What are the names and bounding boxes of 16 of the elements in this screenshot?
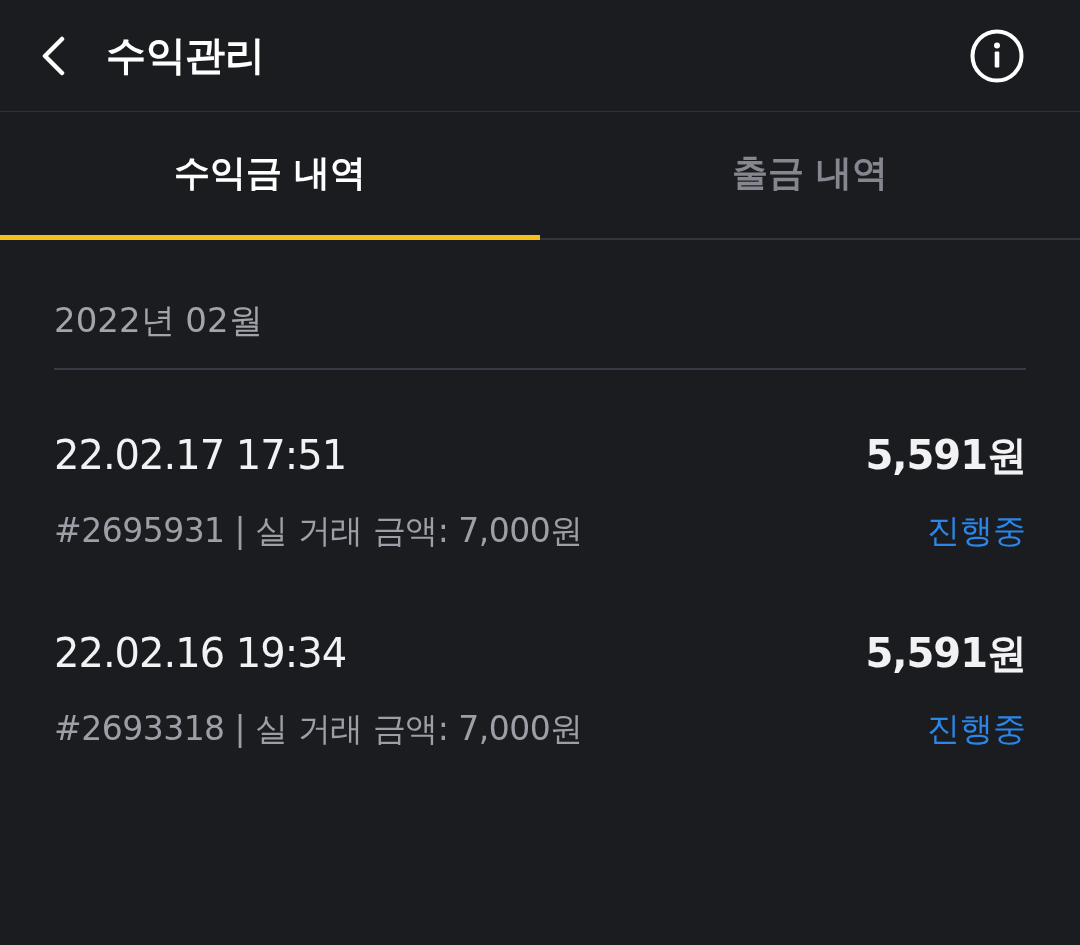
entry-status: 진행중 <box>927 511 1026 551</box>
entry-detail: #2695931 | 실 거래 금액: 7,000원 <box>54 511 583 551</box>
month-heading: 2022년 02월 <box>54 300 264 340</box>
back-button[interactable] <box>40 35 66 76</box>
entry-datetime: 22.02.16 19:34 <box>54 629 347 677</box>
info-button[interactable] <box>970 28 1024 83</box>
entry-amount: 5,591원 <box>865 629 1026 677</box>
entry-status: 진행중 <box>927 709 1026 749</box>
entry-datetime: 22.02.17 17:51 <box>54 431 347 479</box>
chevron-left-icon <box>40 35 66 76</box>
info-icon <box>970 28 1024 83</box>
tab[interactable]: 출금 내역 <box>540 112 1080 240</box>
entry-detail: #2693318 | 실 거래 금액: 7,000원 <box>54 709 583 749</box>
tab[interactable]: 수익금 내역 <box>0 112 540 240</box>
page-title: 수익관리 <box>106 31 265 80</box>
entry-amount: 5,591원 <box>865 431 1026 479</box>
